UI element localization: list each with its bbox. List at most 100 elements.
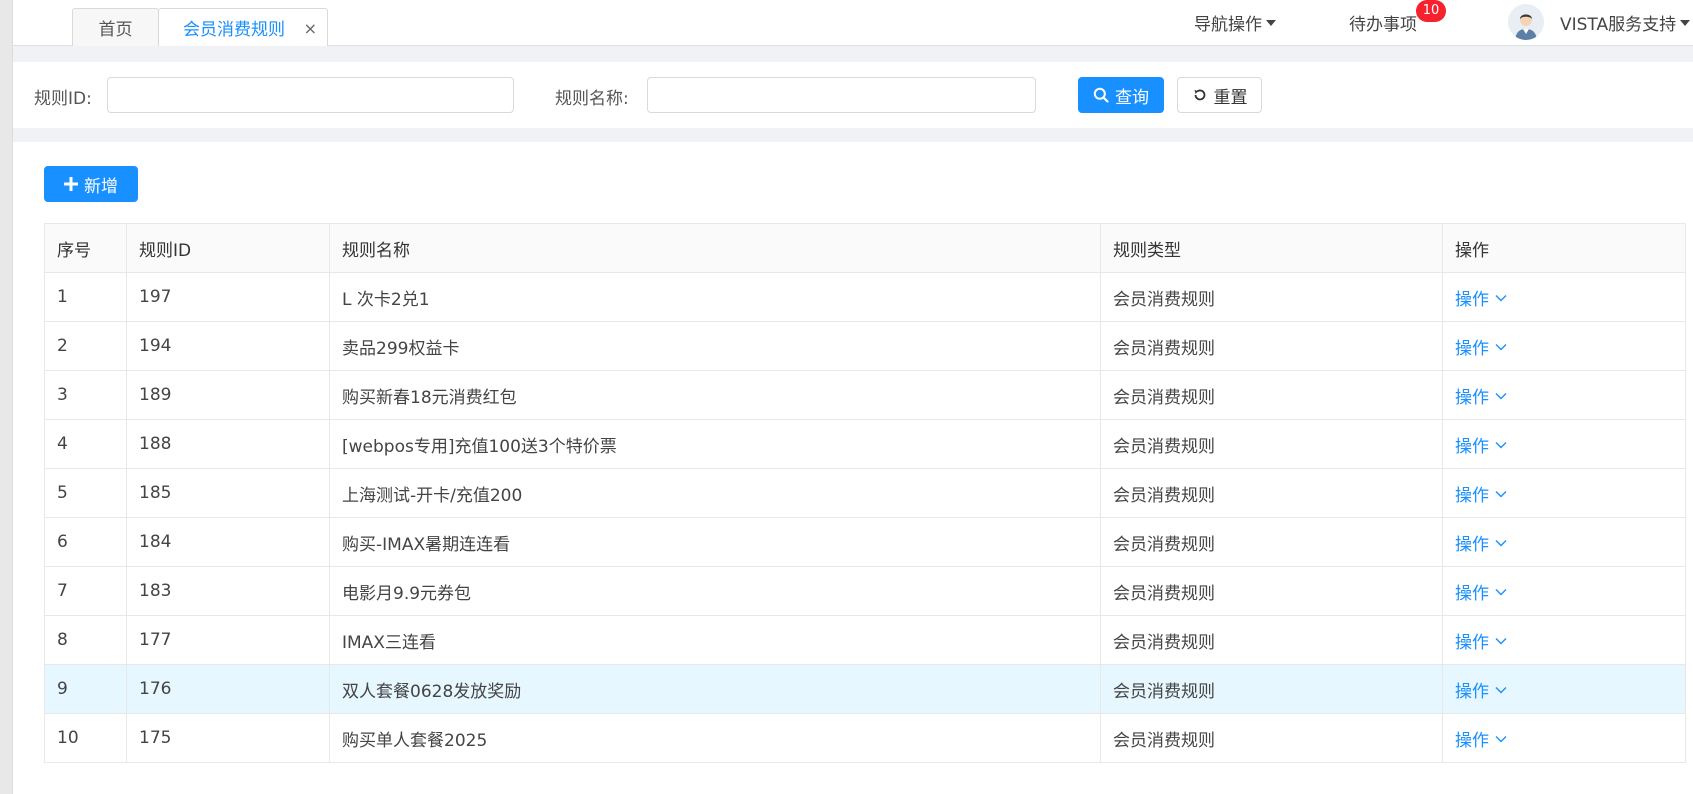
main-content: 新增 序号 规则ID 规则名称 规则类型 操作 1 197 L 次卡2兑1 会员消费规… — [13, 142, 1693, 794]
rule-id-input[interactable] — [107, 77, 514, 113]
table-header-row: 序号 规则ID 规则名称 规则类型 操作 — [44, 223, 1686, 273]
action-dropdown[interactable]: 操作 — [1455, 481, 1507, 506]
column-header-rule-name[interactable]: 规则名称 — [329, 223, 1101, 273]
cell-rule-type: 会员消费规则 — [1100, 566, 1443, 616]
cell-rule-id: 185 — [126, 468, 330, 518]
action-dropdown-label: 操作 — [1455, 534, 1489, 555]
action-dropdown[interactable]: 操作 — [1455, 285, 1507, 310]
cell-action: 操作 — [1442, 713, 1686, 763]
query-button-label: 查询 — [1115, 87, 1149, 108]
cell-rule-name: IMAX三连看 — [329, 615, 1101, 665]
table-body: 1 197 L 次卡2兑1 会员消费规则 操作 2 194 卖品299权益卡 会员消费规则 操作 3… — [44, 272, 1686, 763]
action-dropdown-label: 操作 — [1455, 583, 1489, 604]
cell-action: 操作 — [1442, 272, 1686, 322]
query-button[interactable]: 查询 — [1078, 77, 1164, 113]
action-dropdown-label: 操作 — [1455, 632, 1489, 653]
table-row[interactable]: 2 194 卖品299权益卡 会员消费规则 操作 — [44, 321, 1686, 371]
column-header-rule-type[interactable]: 规则类型 — [1100, 223, 1443, 273]
action-dropdown-label: 操作 — [1455, 681, 1489, 702]
cell-rule-type: 会员消费规则 — [1100, 615, 1443, 665]
action-dropdown[interactable]: 操作 — [1455, 383, 1507, 408]
cell-rule-id: 183 — [126, 566, 330, 616]
cell-action: 操作 — [1442, 517, 1686, 567]
table-row[interactable]: 6 184 购买-IMAX暑期连连看 会员消费规则 操作 — [44, 517, 1686, 567]
action-dropdown[interactable]: 操作 — [1455, 530, 1507, 555]
search-panel: 规则ID: 规则名称: 查询 重置 — [13, 62, 1693, 128]
cell-rule-id: 188 — [126, 419, 330, 469]
user-menu[interactable]: VISTA服务支持 — [1560, 10, 1691, 35]
reload-icon — [1192, 87, 1208, 103]
cell-no: 9 — [44, 664, 127, 714]
chevron-down-icon — [1495, 385, 1507, 405]
cell-no: 10 — [44, 713, 127, 763]
cell-rule-name: 卖品299权益卡 — [329, 321, 1101, 371]
add-button[interactable]: 新增 — [44, 166, 138, 202]
reset-button[interactable]: 重置 — [1177, 77, 1262, 113]
action-dropdown[interactable]: 操作 — [1455, 579, 1507, 604]
cell-rule-type: 会员消费规则 — [1100, 272, 1443, 322]
table-row[interactable]: 4 188 [webpos专用]充值100送3个特价票 会员消费规则 操作 — [44, 419, 1686, 469]
tab-member-consumption-rules[interactable]: 会员消费规则 × — [158, 8, 328, 46]
tab-home[interactable]: 首页 — [72, 8, 159, 46]
table-row[interactable]: 3 189 购买新春18元消费红包 会员消费规则 操作 — [44, 370, 1686, 420]
table-row[interactable]: 9 176 双人套餐0628发放奖励 会员消费规则 操作 — [44, 664, 1686, 714]
action-dropdown[interactable]: 操作 — [1455, 432, 1507, 457]
table-row[interactable]: 7 183 电影月9.9元券包 会员消费规则 操作 — [44, 566, 1686, 616]
cell-rule-name: 购买单人套餐2025 — [329, 713, 1101, 763]
cell-no: 7 — [44, 566, 127, 616]
cell-rule-name: 双人套餐0628发放奖励 — [329, 664, 1101, 714]
chevron-down-icon — [1495, 679, 1507, 699]
cell-rule-type: 会员消费规则 — [1100, 321, 1443, 371]
cell-rule-name: 购买新春18元消费红包 — [329, 370, 1101, 420]
cell-action: 操作 — [1442, 468, 1686, 518]
chevron-down-icon — [1495, 581, 1507, 601]
column-header-rule-id[interactable]: 规则ID — [126, 223, 330, 273]
close-icon[interactable]: × — [304, 19, 317, 38]
table-row[interactable]: 10 175 购买单人套餐2025 会员消费规则 操作 — [44, 713, 1686, 763]
chevron-down-icon — [1495, 483, 1507, 503]
cell-action: 操作 — [1442, 370, 1686, 420]
action-dropdown-label: 操作 — [1455, 485, 1489, 506]
cell-action: 操作 — [1442, 615, 1686, 665]
cell-action: 操作 — [1442, 321, 1686, 371]
action-dropdown[interactable]: 操作 — [1455, 726, 1507, 751]
table-row[interactable]: 8 177 IMAX三连看 会员消费规则 操作 — [44, 615, 1686, 665]
caret-down-icon — [1680, 19, 1691, 26]
action-dropdown-label: 操作 — [1455, 387, 1489, 408]
cell-rule-type: 会员消费规则 — [1100, 370, 1443, 420]
todo-link[interactable]: 待办事项 — [1349, 10, 1417, 35]
rule-name-label: 规则名称: — [555, 89, 629, 109]
cell-rule-type: 会员消费规则 — [1100, 419, 1443, 469]
action-dropdown[interactable]: 操作 — [1455, 677, 1507, 702]
cell-no: 6 — [44, 517, 127, 567]
cell-action: 操作 — [1442, 664, 1686, 714]
cell-no: 3 — [44, 370, 127, 420]
rules-table: 序号 规则ID 规则名称 规则类型 操作 1 197 L 次卡2兑1 会员消费规则 操作… — [44, 223, 1686, 763]
column-header-no[interactable]: 序号 — [44, 223, 127, 273]
chevron-down-icon — [1495, 532, 1507, 552]
table-row[interactable]: 1 197 L 次卡2兑1 会员消费规则 操作 — [44, 272, 1686, 322]
column-header-action: 操作 — [1442, 223, 1686, 273]
action-dropdown[interactable]: 操作 — [1455, 334, 1507, 359]
user-name: VISTA服务支持 — [1560, 15, 1677, 35]
todo-count-badge: 10 — [1416, 0, 1446, 22]
tab-home-label: 首页 — [98, 20, 133, 40]
rule-id-label: 规则ID: — [34, 89, 92, 109]
cell-rule-id: 176 — [126, 664, 330, 714]
cell-rule-id: 177 — [126, 615, 330, 665]
nav-operations-dropdown[interactable]: 导航操作 — [1194, 10, 1276, 35]
rule-name-input[interactable] — [647, 77, 1036, 113]
chevron-down-icon — [1495, 728, 1507, 748]
search-icon — [1093, 87, 1109, 103]
cell-rule-id: 194 — [126, 321, 330, 371]
add-button-label: 新增 — [84, 176, 118, 197]
avatar[interactable] — [1508, 4, 1544, 40]
chevron-down-icon — [1495, 336, 1507, 356]
table-row[interactable]: 5 185 上海测试-开卡/充值200 会员消费规则 操作 — [44, 468, 1686, 518]
cell-no: 4 — [44, 419, 127, 469]
cell-rule-type: 会员消费规则 — [1100, 664, 1443, 714]
action-dropdown[interactable]: 操作 — [1455, 628, 1507, 653]
action-dropdown-label: 操作 — [1455, 436, 1489, 457]
chevron-down-icon — [1495, 287, 1507, 307]
cell-rule-type: 会员消费规则 — [1100, 713, 1443, 763]
